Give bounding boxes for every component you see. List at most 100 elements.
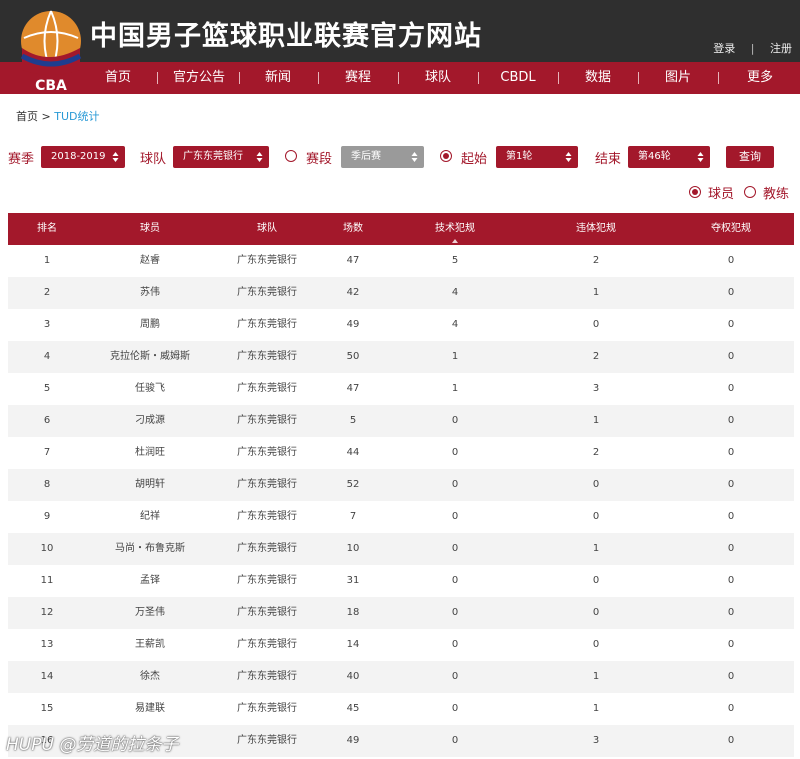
table-row: 11 孟铎 广东东莞银行 31 0 0 0 [8,565,794,597]
start-value: 第1轮 [506,151,533,162]
flagrant-fouls-cell: 1 [592,287,600,298]
player-cell: 克拉伦斯・威姆斯 [110,351,190,362]
team-cell: 广东东莞银行 [237,447,297,458]
games-cell: 52 [346,479,360,490]
team-cell: 广东东莞银行 [237,511,297,522]
season-label: 赛季 [8,152,35,167]
flagrant-fouls-cell: 3 [592,383,600,394]
player-cell: 杜润旺 [135,447,165,458]
cba-logo[interactable]: CBA [18,8,84,94]
technical-fouls-cell: 0 [451,415,459,426]
header-team[interactable]: 球队 [214,213,320,245]
main-nav: 首页 官方公告 新闻 赛程 球队 CBDL 数据 图片 更多 [0,62,800,94]
team-select[interactable]: 广东东莞银行 [173,146,269,168]
select-arrows-icon [565,152,572,162]
nav-cbdl[interactable]: CBDL [488,62,548,94]
stage-value: 季后赛 [351,151,381,162]
games-cell: 5 [349,415,357,426]
technical-fouls-cell: 5 [451,255,459,266]
table-row: 12 万圣伟 广东东莞银行 18 0 0 0 [8,597,794,629]
team-cell: 广东东莞银行 [237,575,297,586]
flagrant-fouls-cell: 0 [592,511,600,522]
season-value: 2018-2019 [51,151,106,162]
team-cell: 广东东莞银行 [237,543,297,554]
nav-data[interactable]: 数据 [568,62,628,94]
disqualifying-fouls-cell: 0 [727,383,735,394]
team-cell: 广东东莞银行 [237,735,297,746]
nav-more[interactable]: 更多 [730,62,790,94]
games-cell: 44 [346,447,360,458]
technical-fouls-cell: 0 [451,703,459,714]
disqualifying-fouls-cell: 0 [727,479,735,490]
header-technical-fouls[interactable]: 技术犯规 [386,213,524,245]
coach-radio[interactable] [744,186,756,198]
flagrant-fouls-cell: 0 [592,319,600,330]
site-title: 中国男子篮球职业联赛官方网站 [90,21,482,52]
watermark: HUPU @劳道的拉条子 [6,735,179,755]
query-button[interactable]: 查询 [726,146,774,168]
games-cell: 14 [346,639,360,650]
end-round-select[interactable]: 第46轮 [628,146,710,168]
rank-cell: 6 [43,415,51,426]
team-cell: 广东东莞银行 [237,255,297,266]
table-row: 9 纪祥 广东东莞银行 7 0 0 0 [8,501,794,533]
table-body: 1 赵睿 广东东莞银行 47 5 2 0 2 苏伟 广东东莞银行 42 4 1 0 3 周鹏 广东东莞银行 49 4… [8,245,794,757]
team-cell: 广东东莞银行 [237,383,297,394]
nav-teams[interactable]: 球队 [408,62,468,94]
flagrant-fouls-cell: 2 [592,351,600,362]
start-round-select[interactable]: 第1轮 [496,146,578,168]
stats-table: 排名 球员 球队 场数 技术犯规 违体犯规 夺权犯规 1 赵睿 广东东莞银行 47 5 2… [8,213,794,757]
rank-cell: 10 [40,543,54,554]
login-link[interactable]: 登录 [713,40,735,56]
rank-cell: 8 [43,479,51,490]
nav-home[interactable]: 首页 [88,62,148,94]
rank-cell: 1 [43,255,51,266]
logo-text: CBA [35,78,67,94]
stage-label: 赛段 [306,152,333,167]
games-cell: 42 [346,287,360,298]
nav-announcements[interactable]: 官方公告 [166,62,232,94]
disqualifying-fouls-cell: 0 [727,735,735,746]
flagrant-fouls-cell: 0 [592,639,600,650]
breadcrumb-home[interactable]: 首页 [16,110,38,123]
player-cell: 胡明轩 [135,479,165,490]
technical-fouls-cell: 0 [451,575,459,586]
technical-fouls-cell: 1 [451,351,459,362]
nav-news[interactable]: 新闻 [248,62,308,94]
end-label: 结束 [595,152,622,167]
rank-cell: 4 [43,351,51,362]
stage-radio[interactable] [285,150,297,162]
nav-divider [478,72,479,84]
technical-fouls-cell: 0 [451,735,459,746]
table-row: 10 马尚・布鲁克斯 广东东莞银行 10 0 1 0 [8,533,794,565]
header-player[interactable]: 球员 [86,213,214,245]
rank-cell: 7 [43,447,51,458]
rank-cell: 15 [40,703,54,714]
nav-divider [157,72,158,84]
nav-photos[interactable]: 图片 [648,62,708,94]
games-cell: 7 [349,511,357,522]
player-cell: 王薪凯 [135,639,165,650]
nav-divider [398,72,399,84]
table-row: 1 赵睿 广东东莞银行 47 5 2 0 [8,245,794,277]
team-cell: 广东东莞银行 [237,703,297,714]
season-select[interactable]: 2018-2019 [41,146,125,168]
select-arrows-icon [112,152,119,162]
register-link[interactable]: 注册 [770,40,792,56]
header-disqualifying-fouls[interactable]: 夺权犯规 [668,213,794,245]
range-radio[interactable] [440,150,452,162]
header-flagrant-fouls[interactable]: 违体犯规 [524,213,668,245]
nav-schedule[interactable]: 赛程 [328,62,388,94]
flagrant-fouls-cell: 0 [592,479,600,490]
flagrant-fouls-cell: 0 [592,607,600,618]
breadcrumb: 首页 > TUD统计 [16,108,99,124]
games-cell: 31 [346,575,360,586]
header-rank[interactable]: 排名 [8,213,86,245]
header-games[interactable]: 场数 [320,213,386,245]
games-cell: 40 [346,671,360,682]
table-row: 14 徐杰 广东东莞银行 40 0 1 0 [8,661,794,693]
player-cell: 万圣伟 [135,607,165,618]
stage-select[interactable]: 季后赛 [341,146,424,168]
flagrant-fouls-cell: 1 [592,415,600,426]
player-radio[interactable] [689,186,701,198]
